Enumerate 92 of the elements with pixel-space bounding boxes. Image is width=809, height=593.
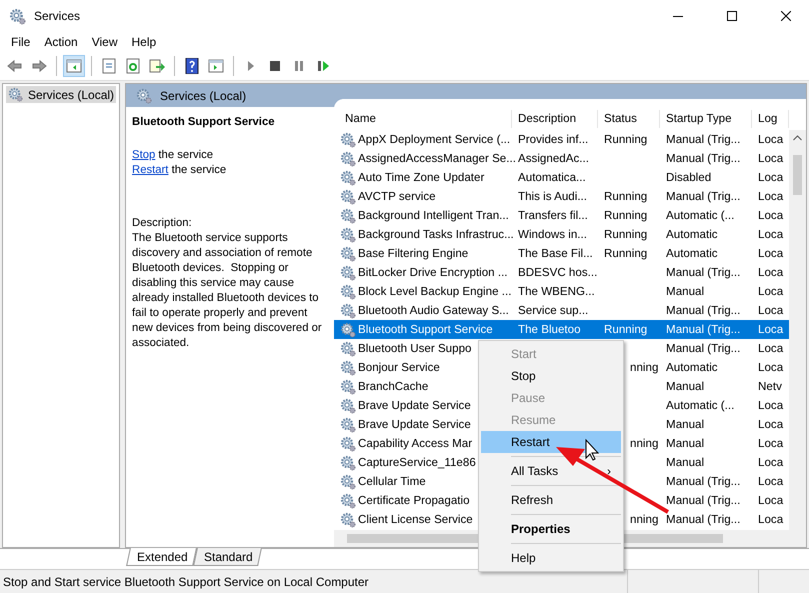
table-cell: Block Level Backup Engine ... [358,285,512,298]
table-cell: Client License Service [358,513,473,526]
table-cell: Loca [758,437,784,450]
table-cell: Manual (Trig... [666,190,740,203]
action-text: the service [157,149,214,161]
table-cell: Provides inf... [518,133,588,146]
table-cell: Capability Access Mar [358,437,472,450]
action-text: the service [170,164,226,176]
table-cell: Loca [758,342,784,355]
table-cell: Cellular Time [358,475,426,488]
table-cell: Manual (Trig... [666,266,740,279]
table-cell: Loca [758,323,784,336]
table-cell: Loca [758,475,784,488]
table-cell: AppX Deployment Service (... [358,133,510,146]
service-title: Bluetooth Support Service [132,115,276,130]
table-cell: Manual (Trig... [666,494,740,507]
table-cell: Loca [758,399,784,412]
table-cell: Loca [758,209,784,222]
table-cell: Background Intelligent Tran... [358,209,509,222]
table-cell: The WBENG... [518,285,595,298]
table-cell: Manual [666,285,704,298]
table-cell: Loca [758,418,784,431]
table-cell: Bluetooth Audio Gateway S... [358,304,509,317]
table-cell: BitLocker Drive Encryption ... [358,266,508,279]
table-cell: Automatic [666,228,718,241]
table-cell: Transfers fil... [518,209,588,222]
table-cell: BranchCache [358,380,428,393]
table-cell: Automatic (... [666,209,734,222]
submenu-arrow-icon: › [607,464,611,478]
table-cell: Base Filtering Engine [358,247,468,260]
table-cell: Loca [758,494,784,507]
table-cell: nning [630,513,658,526]
table-cell: Manual [666,380,704,393]
status-text: Stop and Start service Bluetooth Support Service on Local Computer [3,574,370,588]
table-cell: Manual (Trig... [666,323,740,336]
table-cell: Loca [758,456,784,469]
table-cell: Running [604,247,648,260]
table-cell: Bluetooth Support Service [358,323,493,336]
table-cell: nning [630,361,658,374]
table-cell: Loca [758,152,784,165]
description-text: The Bluetooth service supports discovery and association of remote Bluetooth devices. Stopping or disabling this service may cause already installed Bluetooth devices to fail to operate properly and prevent new devices from being discovered or associated. [132,231,323,351]
table-cell: Background Tasks Infrastruc... [358,228,514,241]
table-cell: Disabled [666,171,712,184]
table-cell: Loca [758,247,784,260]
table-cell: Automatica... [518,171,586,184]
table-cell: Loca [758,266,784,279]
table-cell: Loca [758,285,784,298]
table-cell: Brave Update Service [358,399,471,412]
table-cell: Running [604,190,648,203]
table-cell: Service sup... [518,304,588,317]
table-cell: Running [604,133,648,146]
table-cell: Manual (Trig... [666,475,740,488]
table-cell: Manual [666,437,704,450]
table-cell: Bonjour Service [358,361,440,374]
table-cell: Bluetooth User Suppo [358,342,472,355]
table-cell: Netv [758,380,782,393]
table-cell: Loca [758,513,784,526]
table-cell: Loca [758,133,784,146]
table-cell: Manual [666,456,704,469]
table-cell: Auto Time Zone Updater [358,171,484,184]
table-cell: Automatic [666,247,718,260]
panel-title: Services (Local) [160,88,246,102]
table-cell: CaptureService_11e86 [358,456,476,469]
description-label: Description: [132,216,193,231]
table-cell: Windows in... [518,228,587,241]
table-cell: BDESVC hos... [518,266,598,279]
table-cell: This is Audi... [518,190,587,203]
table-cell: AssignedAccessManager Se... [358,152,516,165]
table-cell: Manual (Trig... [666,304,740,317]
table-cell: Running [604,323,648,336]
table-cell: Manual (Trig... [666,342,740,355]
table-cell: Automatic (... [666,399,734,412]
table-cell: Loca [758,228,784,241]
table-cell: nning [630,437,658,450]
table-cell: Brave Update Service [358,418,471,431]
table-cell: Loca [758,304,784,317]
table-cell: Running [604,209,648,222]
table-cell: Manual [666,418,704,431]
table-cell: Automatic [666,361,718,374]
table-cell: Manual (Trig... [666,513,740,526]
table-cell: Loca [758,361,784,374]
table-cell: Running [604,228,648,241]
table-cell: Loca [758,190,784,203]
table-cell: The Base Fil... [518,247,593,260]
window-title: Services [34,9,80,23]
table-cell: Manual (Trig... [666,152,740,165]
table-cell: The Bluetoo [518,323,581,336]
table-cell: Loca [758,171,784,184]
table-cell: Manual (Trig... [666,133,740,146]
table-cell: Certificate Propagatio [358,494,470,507]
table-cell: AssignedAc... [518,152,589,165]
table-cell: AVCTP service [358,190,436,203]
